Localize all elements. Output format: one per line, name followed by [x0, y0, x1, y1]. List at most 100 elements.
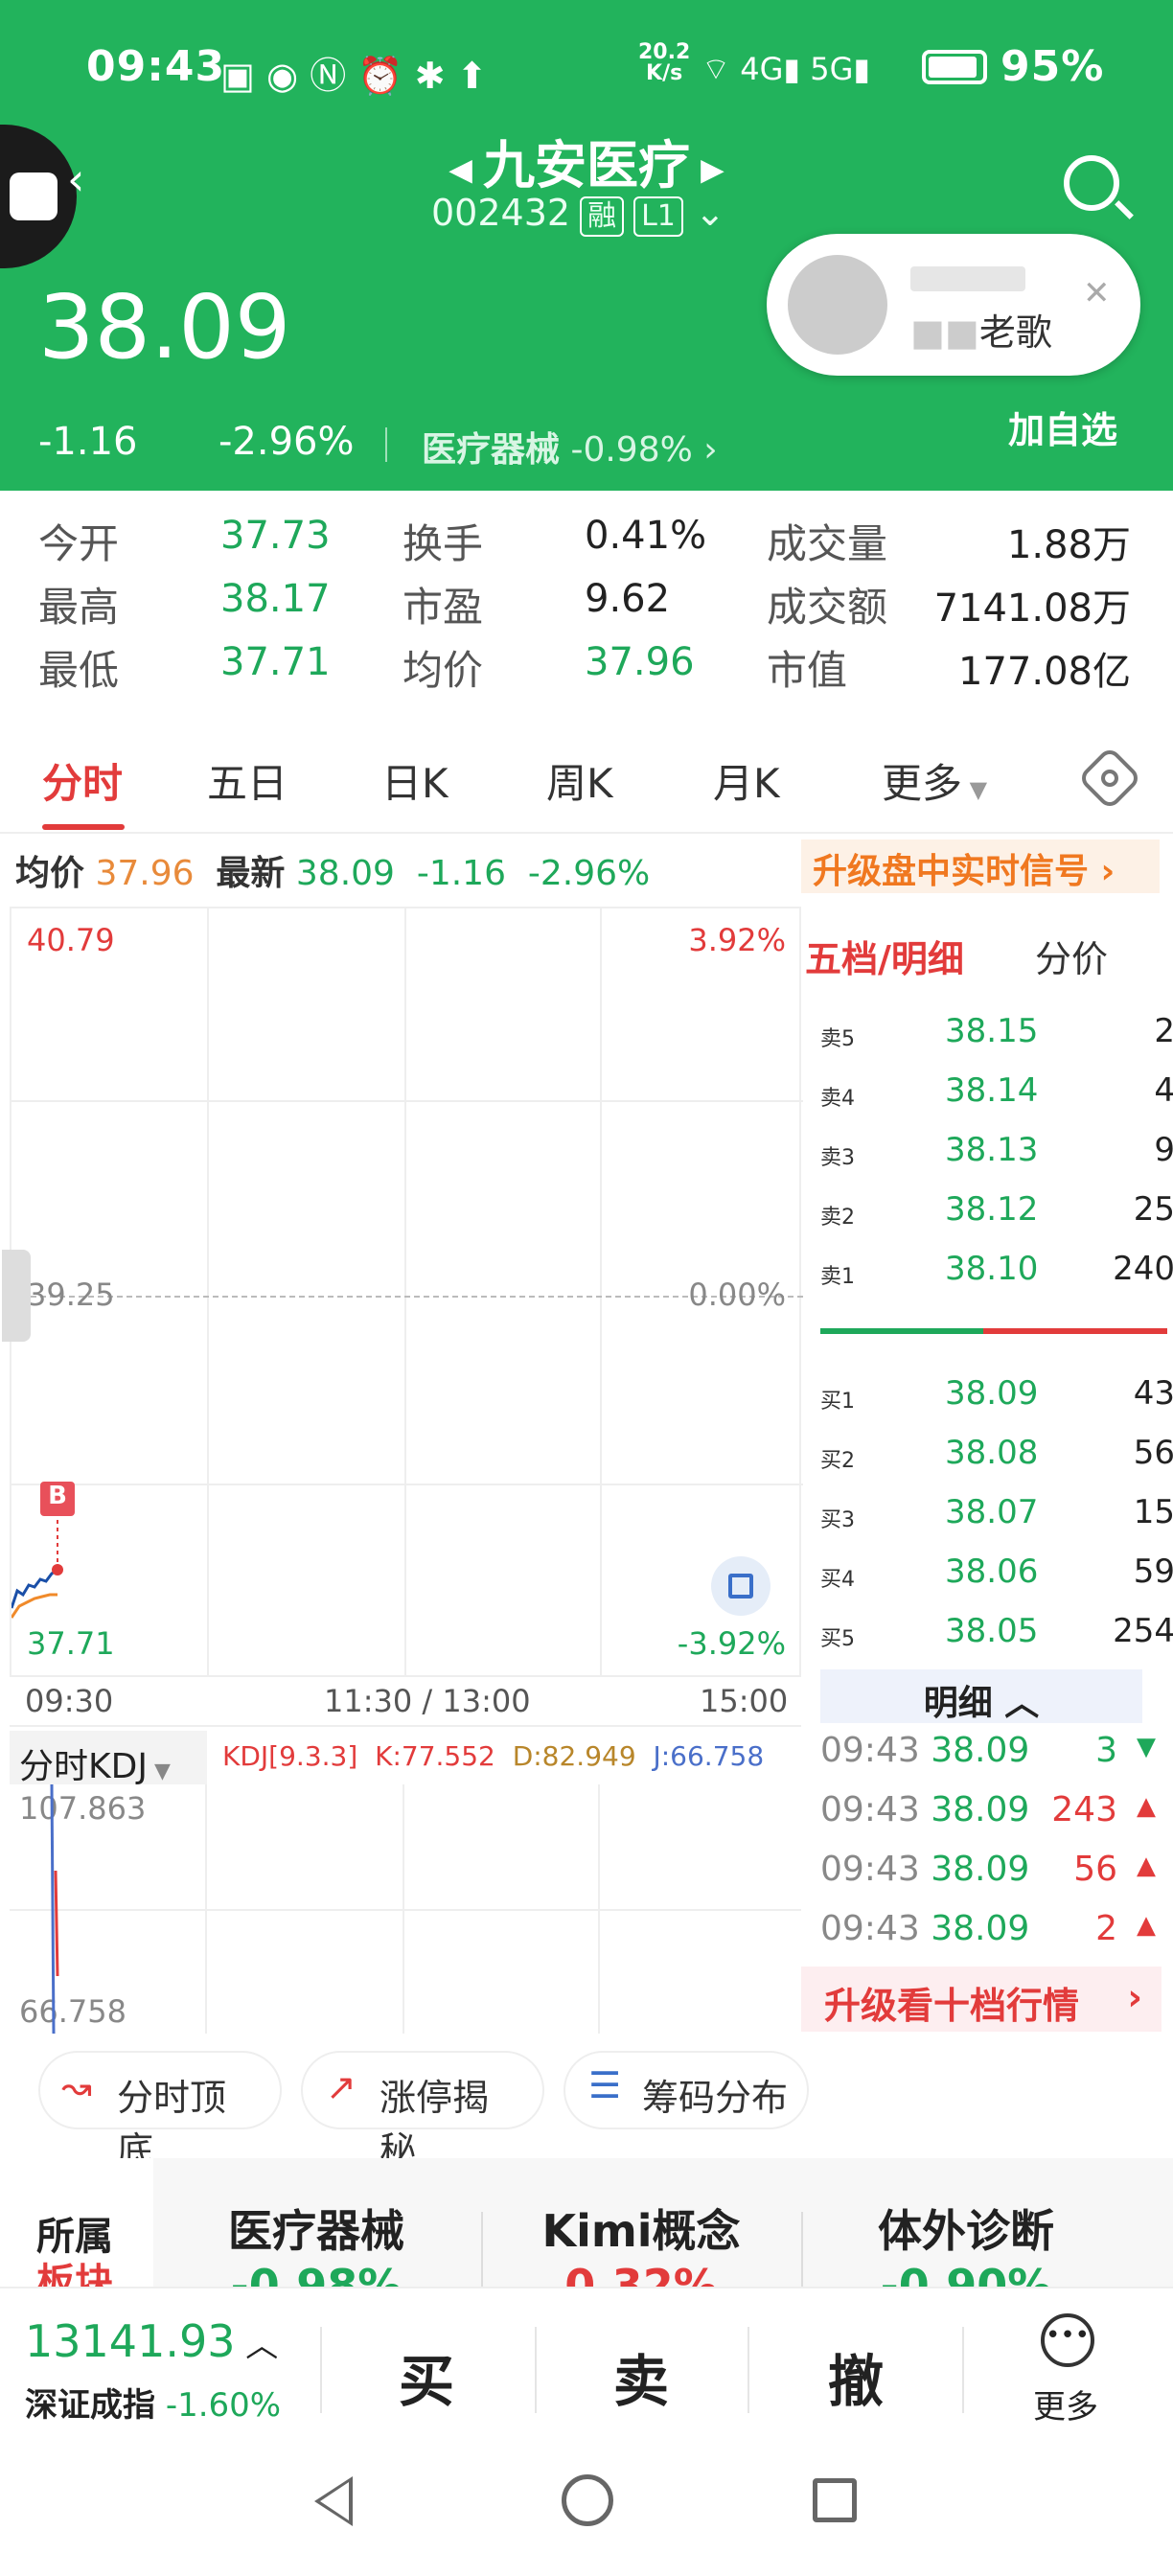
expand-handle[interactable]	[2, 1250, 31, 1342]
orderbook-row[interactable]: 买4 38.06 59	[820, 1552, 1173, 1600]
blurred-text	[910, 266, 1025, 291]
stat-value: 37.71	[220, 640, 331, 684]
level-label: 买2	[820, 1449, 855, 1473]
level-price: 38.05	[945, 1612, 1039, 1650]
search-icon[interactable]	[1064, 155, 1134, 219]
level-qty: 25	[1133, 1190, 1173, 1229]
kdj-lines	[50, 1783, 59, 2034]
net-speed: 20.2 K/s	[638, 40, 691, 85]
tab-day-k[interactable]: 日K	[381, 751, 448, 810]
nav-home-icon[interactable]	[562, 2474, 613, 2526]
detail-header[interactable]: 明细 ︿	[820, 1669, 1142, 1723]
nav-recents-icon[interactable]	[813, 2478, 857, 2522]
orderbook-row[interactable]: 买2 38.08 56	[820, 1434, 1173, 1482]
status-icons: ▣ ◉ Ⓝ ⏰ ✱ ⬆	[220, 55, 488, 97]
upgrade-signal-link[interactable]: 升级盘中实时信号 ›	[801, 840, 1160, 893]
stat-value: 38.17	[220, 577, 331, 621]
signal-icons: ⌔ 4G▮ 5G▮	[702, 51, 870, 87]
level-price: 38.07	[945, 1493, 1039, 1531]
stock-code-row[interactable]: 002432 融 L1 ⌄	[431, 192, 725, 237]
nav-back-icon[interactable]	[314, 2476, 353, 2526]
level-tag: L1	[633, 196, 683, 237]
level-qty: 254	[1113, 1612, 1173, 1650]
orderbook-row[interactable]: 买1 38.09 43	[820, 1374, 1173, 1422]
tab-more[interactable]: 更多 ▼	[882, 751, 987, 810]
level-qty: 2	[1154, 1012, 1173, 1050]
trade-row: 09:43 38.09 56 ▲	[820, 1850, 1156, 1889]
trade-bar: 13141.93 ︿ 深证成指 -1.60% 买 卖 撤 ••• 更多	[0, 2287, 1173, 2450]
orderbook-row[interactable]: 卖4 38.14 4	[820, 1071, 1173, 1119]
x-mid-label: 11:30 / 13:00	[324, 1683, 531, 1719]
trade-row: 09:43 38.09 2 ▲	[820, 1909, 1156, 1948]
level-price: 38.14	[945, 1071, 1039, 1110]
trade-row: 09:43 38.09 3 ▼	[820, 1731, 1156, 1770]
tab-intraday[interactable]: 分时	[42, 751, 123, 810]
stat-label: 今开	[38, 520, 120, 567]
tab-price-dist[interactable]: 分价	[1035, 930, 1108, 982]
divider	[385, 427, 387, 462]
sector-items: 医疗器械 -0.98% Kimi概念 0.32% 体外诊断 -0.90%	[153, 2158, 1173, 2312]
orderbook-row[interactable]: 卖5 38.15 2	[820, 1012, 1173, 1060]
settings-icon[interactable]	[1077, 746, 1142, 811]
tab-month-k[interactable]: 月K	[713, 751, 780, 810]
level-qty: 4	[1154, 1071, 1173, 1110]
level-label: 卖2	[820, 1206, 855, 1230]
level-price: 38.08	[945, 1434, 1039, 1472]
close-icon[interactable]: ✕	[1083, 274, 1111, 312]
stat-label: 成交额	[767, 584, 888, 631]
arrow-up-icon: ▲	[1137, 1792, 1156, 1821]
price-info-line: 均价 37.96 最新 38.09 -1.16 -2.96%	[15, 854, 651, 893]
sector-strip: 所属 板块 医疗器械 -0.98% Kimi概念 0.32% 体外诊断 -0.90%	[0, 2158, 1173, 2312]
next-stock-icon[interactable]: ▶	[690, 150, 724, 187]
level-qty: 56	[1133, 1434, 1173, 1472]
intraday-chart[interactable]: 40.79 3.92% 39.25 0.00% 37.71 -3.92% B	[2, 907, 803, 1677]
avatar	[788, 255, 887, 355]
orderbook-row[interactable]: 卖1 38.10 240	[820, 1250, 1173, 1298]
index-name: 深证成指 -1.60%	[25, 2386, 282, 2425]
more-label[interactable]: 更多	[1033, 2380, 1098, 2427]
buy-button[interactable]: 买	[399, 2336, 454, 2417]
tool-chip-dist[interactable]: ☰ 筹码分布	[564, 2051, 809, 2129]
chart-tabs: 分时 五日 日K 周K 月K 更多 ▼	[0, 738, 1173, 834]
orderbook-row[interactable]: 卖2 38.12 25	[820, 1190, 1173, 1238]
rise-icon: ↗	[326, 2066, 356, 2108]
level-qty: 59	[1133, 1552, 1173, 1591]
tab-five-levels[interactable]: 五档/明细	[805, 930, 964, 982]
stat-value: 37.96	[585, 640, 695, 684]
live-popup[interactable]: ■■老歌 ✕	[767, 234, 1140, 376]
orderbook-row[interactable]: 买3 38.07 15	[820, 1493, 1173, 1541]
cancel-order-button[interactable]: 撤	[828, 2336, 884, 2417]
level-label: 买5	[820, 1627, 855, 1651]
status-time: 09:43	[86, 42, 226, 91]
add-favorite-button[interactable]: 加自选	[1008, 401, 1117, 453]
sell-button[interactable]: 卖	[613, 2336, 669, 2417]
index-widget[interactable]: 13141.93 ︿	[25, 2315, 278, 2367]
level-qty: 15	[1133, 1493, 1173, 1531]
level-label: 卖5	[820, 1027, 855, 1051]
stat-label: 市值	[767, 647, 848, 694]
sector-link[interactable]: 医疗器械 -0.98% ›	[422, 422, 718, 472]
buy-marker[interactable]: B	[40, 1482, 75, 1516]
stat-value: 177.08亿	[958, 650, 1131, 694]
orderbook-row[interactable]: 买5 38.05 254	[820, 1612, 1173, 1660]
stat-value: 7141.08万	[933, 586, 1131, 631]
stat-label: 最低	[38, 647, 120, 694]
level-label: 卖3	[820, 1146, 855, 1170]
tool-limit-up[interactable]: ↗ 涨停揭秘	[301, 2051, 544, 2172]
stat-label: 市盈	[402, 584, 484, 631]
level-label: 买1	[820, 1390, 855, 1414]
more-icon[interactable]: •••	[1041, 2313, 1094, 2367]
level-price: 38.12	[945, 1190, 1039, 1229]
orderbook-row[interactable]: 卖3 38.13 9	[820, 1131, 1173, 1179]
upgrade-ten-level-link[interactable]: 升级看十档行情 ›	[801, 1966, 1162, 2032]
tab-five-day[interactable]: 五日	[207, 751, 288, 810]
level-qty: 9	[1154, 1131, 1173, 1169]
level-price: 38.10	[945, 1250, 1039, 1288]
level-price: 38.09	[945, 1374, 1039, 1413]
level-price: 38.15	[945, 1012, 1039, 1050]
prev-stock-icon[interactable]: ◀	[448, 150, 483, 187]
fullscreen-icon[interactable]	[711, 1556, 770, 1616]
stat-label: 均价	[402, 647, 484, 694]
tab-week-k[interactable]: 周K	[546, 751, 613, 810]
tool-top-bottom[interactable]: ↝ 分时顶底	[38, 2051, 282, 2172]
